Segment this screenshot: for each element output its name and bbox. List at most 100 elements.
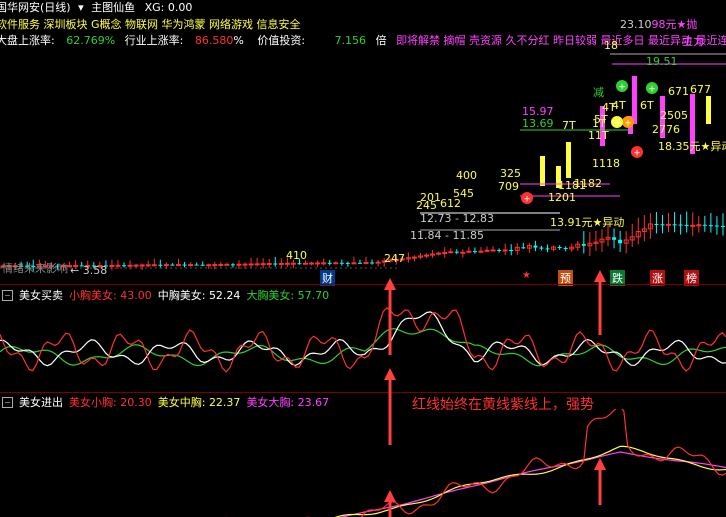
zhuli-label: 主力 <box>682 35 704 48</box>
price-1951: 19.51 <box>646 55 678 68</box>
candle-body <box>206 264 212 267</box>
svg-text:+: + <box>618 83 626 93</box>
candle-body <box>460 251 466 254</box>
candle-body <box>236 263 242 266</box>
volume-tag: 709 <box>498 180 519 193</box>
candle-body <box>545 248 550 250</box>
indicator-name[interactable]: 主图仙鱼 <box>91 1 135 14</box>
candle-body <box>678 224 683 226</box>
candle-body <box>230 264 235 266</box>
svg-text:+: + <box>613 119 621 129</box>
highlight-bar <box>540 156 545 186</box>
candle-body <box>109 264 115 267</box>
candle-body <box>182 264 187 266</box>
volume-tag: 5T <box>594 113 608 126</box>
highlight-bar <box>706 96 711 124</box>
volume-tag: 2505 <box>660 109 688 122</box>
volume-tag: 1118 <box>592 157 620 170</box>
candle-body <box>139 264 145 267</box>
candle-body <box>290 262 296 265</box>
red-line <box>0 307 726 373</box>
price-1835-value: 18.35元 <box>658 140 701 153</box>
candle-body <box>502 249 508 252</box>
candle-body <box>690 224 696 227</box>
stock-name[interactable]: 国华网安(日线) <box>0 1 71 14</box>
candle-body <box>218 263 224 266</box>
sub2-a-label: 美女小胸: <box>69 396 117 409</box>
candle-body <box>248 263 254 266</box>
candle-body <box>200 264 205 266</box>
candle-body <box>363 261 369 264</box>
candle-body <box>563 247 568 249</box>
oscillator-chart-1[interactable] <box>0 292 726 392</box>
volume-tag: 410 <box>286 249 307 262</box>
candle-body <box>557 247 562 249</box>
svg-text:+: + <box>648 85 656 95</box>
candle-body <box>151 264 157 267</box>
high-price-2: 98元 <box>651 18 677 31</box>
candle-body <box>115 264 121 267</box>
oscillator-chart-2[interactable] <box>0 409 726 517</box>
high-note: ★抛 <box>676 18 698 31</box>
signal-marker-icon: + <box>611 116 623 129</box>
price-1369: 13.69 <box>522 117 554 130</box>
price-18: 18 <box>604 39 618 52</box>
volume-tag: 7T <box>562 119 576 132</box>
panel-divider-1 <box>0 284 726 285</box>
xg-label: XG: <box>144 1 165 14</box>
signal-marker-icon: + <box>631 146 643 159</box>
volume-tag: 671 <box>668 85 689 98</box>
volume-tag: 201 <box>420 191 441 204</box>
candle-body <box>411 256 417 259</box>
candle-body <box>478 250 484 253</box>
annotation-text: 红线始终在黄线紫线上，强势 <box>412 397 594 413</box>
yellow-line <box>334 445 726 517</box>
candle-body <box>509 249 514 251</box>
candle-body <box>618 239 623 244</box>
candle-body <box>708 225 713 227</box>
candle-body <box>327 262 332 264</box>
low-price-label: ← 3.58 <box>70 264 108 277</box>
volume-tag: 6T <box>640 99 654 112</box>
candle-body <box>696 224 702 227</box>
price-1835: 18.35元★异动 <box>658 141 726 152</box>
range-lower: 11.84 - 11.85 <box>410 229 484 242</box>
highlight-bar <box>566 142 571 178</box>
candle-body <box>273 263 278 265</box>
candle-body <box>122 265 127 267</box>
stock-title: 国华网安(日线) ▾ 主图仙鱼 XG: 0.00 <box>0 2 192 13</box>
volume-tag: 400 <box>456 169 477 182</box>
candle-body <box>448 251 454 254</box>
candle-body <box>333 262 339 265</box>
candle-body <box>297 263 302 265</box>
range-upper: 12.73 - 12.83 <box>420 212 494 225</box>
menu-icon[interactable]: ▾ <box>78 1 84 14</box>
candle-body <box>158 264 163 266</box>
candle-body <box>442 251 448 254</box>
candle-body <box>266 263 272 266</box>
candle-body <box>212 264 218 267</box>
candle-body <box>484 249 490 252</box>
signal-marker-icon: + <box>646 82 658 95</box>
magenta-line <box>340 451 726 517</box>
sub2-c-label: 美女大胸: <box>246 396 295 409</box>
candle-body <box>490 249 496 252</box>
candle-body <box>666 223 672 226</box>
candle-body <box>315 262 321 265</box>
signal-marker-icon: + <box>616 80 628 93</box>
volume-tag: 677 <box>690 83 711 96</box>
sub2-toggle-icon[interactable]: − <box>2 396 13 408</box>
candle-body <box>539 247 544 249</box>
candle-body <box>133 264 139 267</box>
candle-body <box>339 262 344 264</box>
candle-body <box>684 224 689 226</box>
candle-body <box>436 252 442 255</box>
candle-body <box>321 262 327 265</box>
sub2-name[interactable]: 美女进出 <box>19 394 63 410</box>
xg-value: 0.00 <box>167 1 193 14</box>
candle-body <box>170 264 175 266</box>
sub2-b-value: 22.37 <box>208 396 241 409</box>
candle-body <box>357 262 362 264</box>
svg-text:+: + <box>523 195 531 205</box>
candle-body <box>497 249 502 251</box>
